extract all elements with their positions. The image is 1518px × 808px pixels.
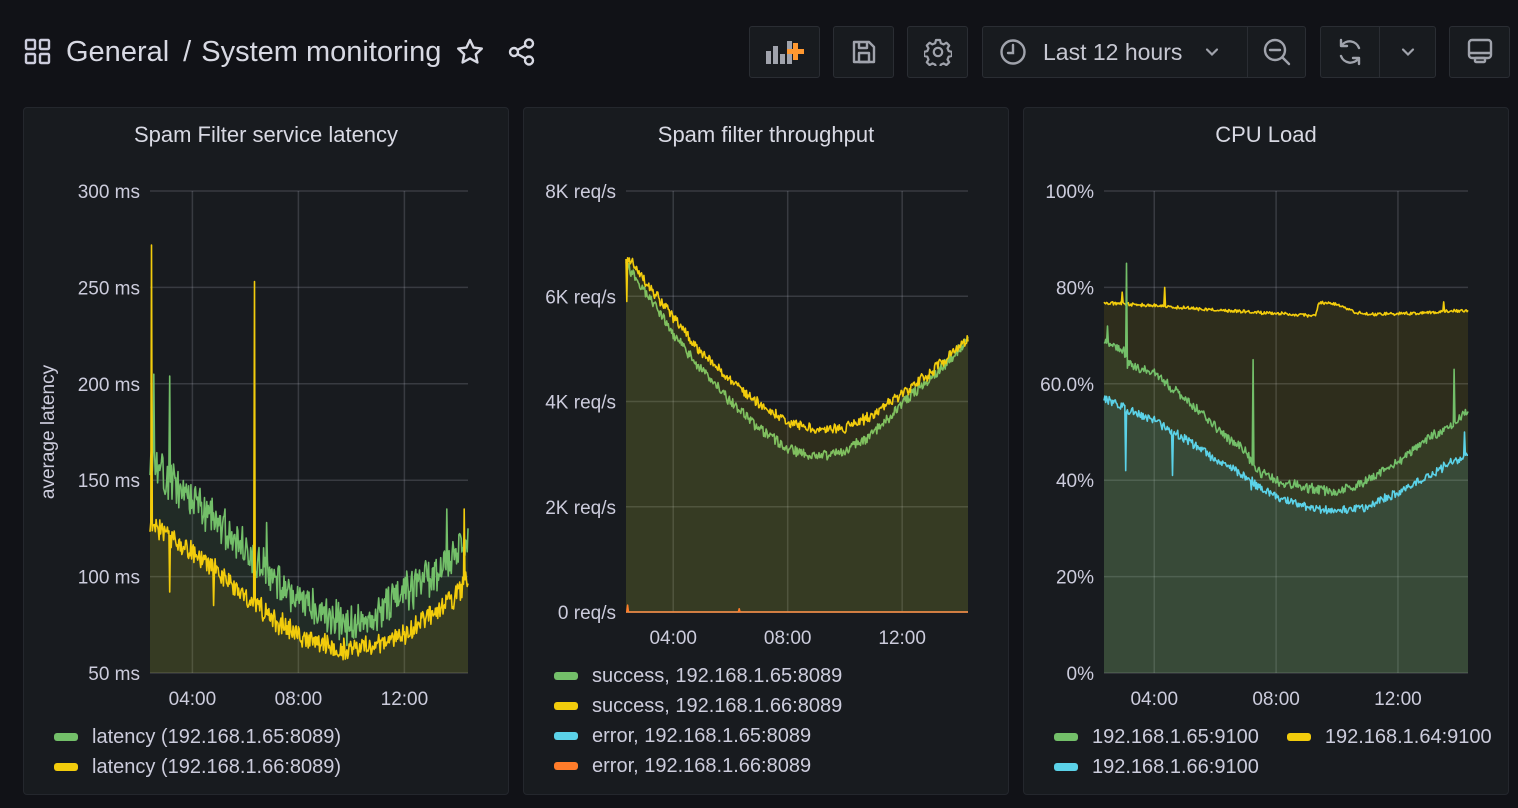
- zoom-out-icon: [1263, 38, 1290, 66]
- legend-item[interactable]: 192.168.1.65:9100: [1054, 722, 1259, 752]
- chevron-down-icon: [1206, 48, 1219, 57]
- legend-color-swatch: [54, 733, 78, 741]
- y-axis-tick-label: 80%: [1056, 278, 1094, 299]
- x-axis-tick-label: 08:00: [1252, 689, 1300, 710]
- y-axis-tick-label: 250 ms: [78, 278, 140, 299]
- monitor-icon: [1467, 38, 1492, 64]
- y-axis-tick-label: 0%: [1067, 664, 1095, 685]
- x-axis-tick-label: 04:00: [649, 628, 697, 649]
- y-axis-tick-label: 6K req/s: [545, 287, 616, 308]
- chart-series: [1103, 262, 1469, 673]
- chart-legend: 192.168.1.65:9100 192.168.1.64:9100 192.…: [1054, 722, 1492, 782]
- breadcrumb-folder-link[interactable]: General: [66, 36, 169, 69]
- chart-series: [149, 244, 469, 673]
- y-axis-tick-label: 40%: [1056, 471, 1094, 492]
- panel-latency: Spam Filter service latency 50 ms 100 ms 1…: [23, 107, 509, 795]
- save-dashboard-button[interactable]: [833, 26, 894, 78]
- x-axis-tick-label: 04:00: [169, 689, 217, 710]
- x-axis-tick-label: 04:00: [1130, 689, 1178, 710]
- y-axis-tick-label: 100%: [1045, 182, 1094, 203]
- refresh-interval-dropdown[interactable]: [1379, 27, 1435, 77]
- refresh-icon: [1339, 38, 1361, 66]
- refresh-button[interactable]: [1321, 27, 1379, 77]
- legend-label: 192.168.1.65:9100: [1092, 725, 1259, 748]
- legend-label: latency (192.168.1.65:8089): [92, 725, 342, 748]
- panel-throughput: Spam filter throughput 0 req/s 2K req/s 4K…: [523, 107, 1009, 795]
- time-range-label: Last 12 hours: [1043, 38, 1183, 65]
- chevron-down-icon: [1401, 48, 1414, 57]
- chart-legend: success, 192.168.1.65:8089 success, 192.…: [554, 661, 842, 781]
- y-axis-tick-label: 4K req/s: [545, 393, 616, 414]
- legend-color-swatch: [554, 762, 578, 770]
- share-icon[interactable]: [507, 37, 537, 67]
- legend-label: error, 192.168.1.66:8089: [592, 754, 812, 777]
- legend-label: latency (192.168.1.66:8089): [92, 755, 342, 778]
- dashboard-header: General / System monitoring Last 12 hour…: [0, 0, 1518, 100]
- x-axis-tick-label: 12:00: [878, 628, 926, 649]
- legend-label: 192.168.1.64:9100: [1324, 725, 1492, 748]
- save-icon: [852, 40, 875, 64]
- legend-item[interactable]: 192.168.1.66:9100: [1054, 752, 1492, 782]
- y-axis-tick-label: 60.0%: [1040, 375, 1094, 396]
- legend-color-swatch: [554, 672, 578, 680]
- legend-item[interactable]: latency (192.168.1.66:8089): [54, 752, 341, 782]
- dashboard-grid-icon[interactable]: [24, 38, 52, 66]
- clock-icon: [1000, 39, 1026, 65]
- dashboard-title[interactable]: System monitoring: [201, 36, 441, 69]
- cpu-load-chart[interactable]: 0% 20% 40% 60.0% 80% 100% 04:00 08:00 12:00: [1024, 108, 1510, 796]
- legend-item[interactable]: success, 192.168.1.66:8089: [554, 691, 842, 721]
- add-panel-icon: [765, 41, 804, 64]
- series-area: [626, 257, 968, 612]
- y-axis-tick-label: 50 ms: [88, 664, 140, 685]
- star-icon[interactable]: [455, 37, 485, 67]
- y-axis-label: average latency: [38, 364, 59, 499]
- time-picker-group: Last 12 hours: [982, 26, 1306, 78]
- legend-item[interactable]: error, 192.168.1.66:8089: [554, 751, 842, 781]
- breadcrumb-separator: /: [183, 35, 192, 68]
- y-axis-tick-label: 150 ms: [78, 471, 140, 492]
- latency-chart[interactable]: 50 ms 100 ms 150 ms 200 ms 250 ms 300 ms 04:00…: [24, 108, 510, 796]
- legend-item[interactable]: latency (192.168.1.65:8089): [54, 722, 341, 752]
- x-axis-tick-label: 12:00: [381, 689, 429, 710]
- legend-item[interactable]: success, 192.168.1.65:8089: [554, 661, 842, 691]
- legend-color-swatch: [1054, 733, 1078, 741]
- y-axis-tick-label: 100 ms: [78, 568, 140, 589]
- legend-label: success, 192.168.1.66:8089: [592, 694, 843, 717]
- legend-item[interactable]: error, 192.168.1.65:8089: [554, 721, 842, 751]
- y-axis-tick-label: 20%: [1056, 568, 1094, 589]
- chart-legend: latency (192.168.1.65:8089) latency (192…: [54, 722, 341, 782]
- dashboard-settings-button[interactable]: [907, 26, 968, 78]
- zoom-out-time-button[interactable]: [1247, 27, 1305, 77]
- legend-color-swatch: [554, 702, 578, 710]
- add-panel-button[interactable]: [749, 26, 820, 78]
- y-axis-tick-label: 8K req/s: [545, 182, 616, 203]
- refresh-group: [1320, 26, 1436, 78]
- legend-color-swatch: [554, 732, 578, 740]
- legend-label: 192.168.1.66:9100: [1092, 755, 1259, 778]
- legend-color-swatch: [54, 763, 78, 771]
- chart-series: [625, 257, 969, 613]
- legend-label: error, 192.168.1.65:8089: [592, 724, 812, 747]
- y-axis-tick-label: 2K req/s: [545, 498, 616, 519]
- y-axis-tick-label: 200 ms: [78, 375, 140, 396]
- legend-label: success, 192.168.1.65:8089: [592, 664, 843, 687]
- time-range-picker[interactable]: Last 12 hours: [983, 27, 1247, 77]
- x-axis-tick-label: 08:00: [275, 689, 323, 710]
- panel-cpu-load: CPU Load 0% 20% 40% 60.0% 80% 100% 04:00 08:00 1…: [1023, 107, 1509, 795]
- legend-item[interactable]: 192.168.1.64:9100: [1286, 722, 1492, 752]
- y-axis-tick-label: 300 ms: [78, 182, 140, 203]
- legend-color-swatch: [1054, 763, 1078, 771]
- gear-icon: [923, 38, 952, 66]
- y-axis-tick-label: 0 req/s: [558, 603, 616, 624]
- breadcrumb: General / System monitoring: [24, 30, 537, 74]
- x-axis-tick-label: 12:00: [1374, 689, 1422, 710]
- cycle-view-mode-button[interactable]: [1449, 26, 1510, 78]
- x-axis-tick-label: 08:00: [764, 628, 812, 649]
- legend-color-swatch: [1286, 733, 1311, 741]
